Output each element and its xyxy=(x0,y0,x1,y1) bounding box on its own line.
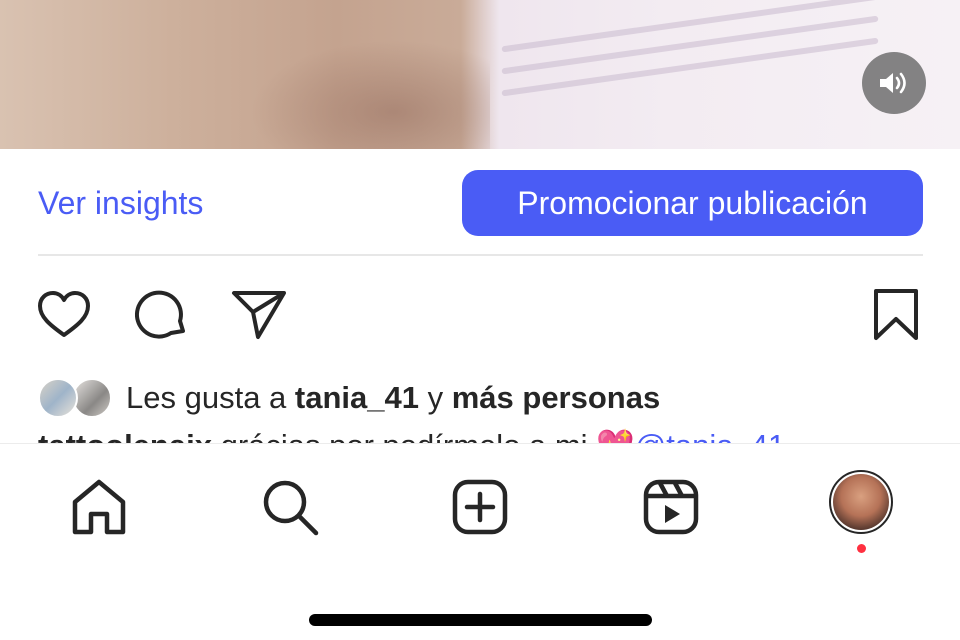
likes-prefix: Les gusta a xyxy=(126,380,295,415)
home-indicator[interactable] xyxy=(309,614,652,626)
bottom-tab-bar xyxy=(0,443,960,640)
heart-emoji: 💖 xyxy=(596,428,635,443)
bookmark-icon xyxy=(874,289,918,340)
likes-summary[interactable]: Les gusta a tania_41 y más personas xyxy=(38,376,660,420)
liker-username[interactable]: tania_41 xyxy=(295,380,419,415)
save-button[interactable] xyxy=(872,287,920,348)
liker-avatars xyxy=(38,376,120,420)
speaker-volume-icon xyxy=(880,72,906,94)
likes-joiner: y xyxy=(418,380,452,415)
view-insights-link[interactable]: Ver insights xyxy=(38,185,203,222)
likes-others-link[interactable]: más personas xyxy=(452,380,661,415)
caption-mention[interactable]: @tania_41 xyxy=(635,428,785,443)
tab-profile-avatar[interactable] xyxy=(829,470,893,534)
video-frame-shadow xyxy=(250,40,490,149)
send-icon xyxy=(232,291,286,339)
tab-create[interactable] xyxy=(450,477,510,537)
tab-search[interactable] xyxy=(260,477,320,537)
likes-text: Les gusta a tania_41 y más personas xyxy=(126,380,660,416)
home-icon xyxy=(72,479,126,535)
avatar xyxy=(38,378,78,418)
post-caption[interactable]: tattoolenaix grácias por pedírmelo a mi … xyxy=(38,424,938,443)
heart-icon xyxy=(38,291,90,337)
promote-post-button[interactable]: Promocionar publicación xyxy=(462,170,923,236)
like-button[interactable] xyxy=(36,287,92,348)
caption-text: grácias por pedírmelo a mi xyxy=(212,428,596,443)
avatar xyxy=(833,474,889,530)
caption-username[interactable]: tattoolenaix xyxy=(38,428,212,443)
share-button[interactable] xyxy=(231,287,287,348)
post-icons-row xyxy=(0,287,960,347)
reels-icon xyxy=(643,479,699,535)
post-actions-bar: Ver insights Promocionar publicación xyxy=(0,149,960,255)
divider xyxy=(38,254,923,256)
notification-dot xyxy=(857,544,866,553)
sound-toggle-button[interactable] xyxy=(862,52,926,114)
post-video[interactable] xyxy=(0,0,960,149)
avatar xyxy=(72,378,112,418)
create-post-icon xyxy=(452,479,508,535)
comment-icon xyxy=(134,290,185,339)
comment-button[interactable] xyxy=(134,287,190,348)
search-icon xyxy=(263,480,319,536)
tab-home[interactable] xyxy=(69,477,129,537)
tab-reels[interactable] xyxy=(641,477,701,537)
